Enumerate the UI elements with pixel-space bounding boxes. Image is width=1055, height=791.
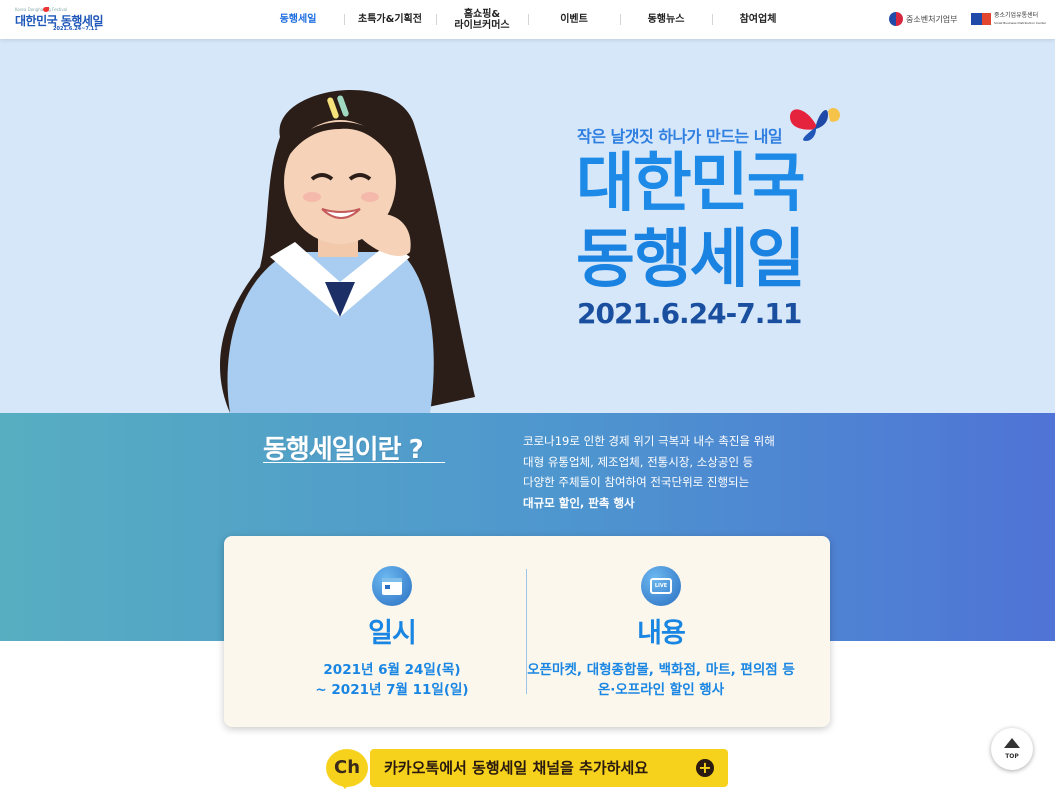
partner-mss-label: 중소벤처기업부 xyxy=(906,14,958,24)
hero-tagline: 작은 날갯짓 하나가 만드는 내일 xyxy=(577,127,783,146)
hero-banner: 작은 날갯짓 하나가 만드는 내일 대한민국 동행세일 2021.6.24-7.… xyxy=(0,39,1055,413)
partner-sbdc-text: 중소기업유통센터 Small Business Distribution Cen… xyxy=(994,12,1046,27)
taegeuk-emblem-icon xyxy=(889,12,903,26)
kakao-channel-text: 카카오톡에서 동행세일 채널을 추가하세요 xyxy=(384,759,649,777)
kakao-channel-icon: Ch xyxy=(326,749,368,789)
nav-item-donghaeng-sale[interactable]: 동행세일 xyxy=(252,0,344,39)
intro-title: 동행세일이란 ? xyxy=(263,435,424,465)
kakao-channel-label-bar: 카카오톡에서 동행세일 채널을 추가하세요 xyxy=(370,749,728,787)
nav-item-participants[interactable]: 참여업체 xyxy=(712,0,804,39)
schedule-column: 일시 2021년 6월 24일(목) ~ 2021년 7월 11일(일) xyxy=(242,566,542,700)
partner-sbdc-sub: Small Business Distribution Center xyxy=(994,20,1047,25)
calendar-glyph xyxy=(382,578,402,595)
butterfly-icon xyxy=(790,108,840,141)
intro-desc-line3: 다양한 주체들이 참여하여 전국단위로 진행되는 xyxy=(523,475,750,489)
logo-date: 2021.6.24~7.11 xyxy=(53,26,98,32)
partner-sbdc-logo[interactable]: 중소기업유통센터 Small Business Distribution Cen… xyxy=(971,11,1046,27)
scroll-top-button[interactable]: TOP xyxy=(991,728,1033,770)
arrow-up-icon xyxy=(1004,738,1020,748)
intro-desc-line2: 대형 유통업체, 제조업체, 전통시장, 소상공인 등 xyxy=(523,454,754,469)
scroll-top-label: TOP xyxy=(1005,753,1019,760)
sbdc-mark-icon xyxy=(971,13,991,25)
hero-period: 2021.6.24-7.11 xyxy=(577,297,802,330)
hero-girl-illustration xyxy=(220,89,475,413)
main-nav: 동행세일 초특가&기획전 홈쇼핑& 라이브커머스 이벤트 동행뉴스 참여업체 xyxy=(252,0,804,39)
site-logo[interactable]: Korea Donghaeng Festival 대한민국 동행세일 2021.… xyxy=(15,7,104,32)
hero-title-line1: 대한민국 xyxy=(576,147,806,221)
info-card: 일시 2021년 6월 24일(목) ~ 2021년 7월 11일(일) LIV… xyxy=(224,536,830,727)
intro-title-underline xyxy=(263,462,445,463)
intro-desc-line1: 코로나19로 인한 경제 위기 극복과 내수 촉진을 위해 xyxy=(523,434,775,448)
intro-description: 코로나19로 인한 경제 위기 극복과 내수 촉진을 위해 대형 유통업체, 제… xyxy=(523,431,775,513)
schedule-body: 2021년 6월 24일(목) ~ 2021년 7월 11일(일) xyxy=(315,662,469,698)
nav-item-special-deals[interactable]: 초특가&기획전 xyxy=(344,0,436,39)
nav-item-news[interactable]: 동행뉴스 xyxy=(620,0,712,39)
nav-item-home-shopping[interactable]: 홈쇼핑& 라이브커머스 xyxy=(436,0,528,39)
calendar-icon xyxy=(372,566,412,606)
plus-icon: + xyxy=(696,759,714,777)
intro-desc-line4: 대규모 할인, 판촉 행사 xyxy=(523,495,635,510)
site-header: Korea Donghaeng Festival 대한민국 동행세일 2021.… xyxy=(0,0,1055,39)
kakao-channel-button[interactable]: Ch 카카오톡에서 동행세일 채널을 추가하세요 + xyxy=(326,747,728,791)
live-tv-glyph: LIVE xyxy=(650,578,672,594)
nav-item-event[interactable]: 이벤트 xyxy=(528,0,620,39)
partner-sbdc-label: 중소기업유통센터 xyxy=(994,11,1039,19)
partner-mss-logo[interactable]: 중소벤처기업부 xyxy=(889,11,958,27)
live-tv-icon: LIVE xyxy=(641,566,681,606)
hero-title-line2: 동행세일 xyxy=(576,223,806,297)
content-column: LIVE 내용 오픈마켓, 대형종합몰, 백화점, 마트, 편의점 등 온·오프… xyxy=(511,566,811,700)
content-body: 오픈마켓, 대형종합몰, 백화점, 마트, 편의점 등 온·오프라인 할인 행사 xyxy=(527,662,795,698)
schedule-heading: 일시 xyxy=(368,618,417,649)
content-heading: 내용 xyxy=(637,618,686,649)
